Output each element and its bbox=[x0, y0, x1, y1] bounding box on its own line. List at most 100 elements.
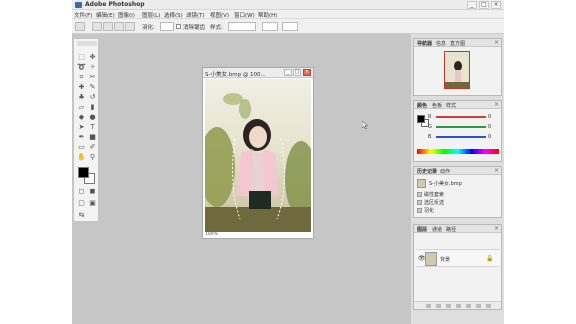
move-tool-icon[interactable]: ✥ bbox=[88, 53, 97, 61]
adjustment-layer-icon[interactable] bbox=[456, 304, 461, 308]
tab-histogram[interactable]: 直方图 bbox=[450, 40, 465, 47]
intersect-selection-icon[interactable] bbox=[125, 22, 135, 31]
blue-slider[interactable]: B 0 bbox=[428, 134, 500, 140]
notes-tool-icon[interactable]: ▭ bbox=[77, 143, 86, 151]
history-brush-tool-icon[interactable]: ↺ bbox=[88, 93, 97, 101]
history-snapshot[interactable]: S-小美女.bmp bbox=[429, 180, 504, 188]
brush-tool-icon[interactable]: ✎ bbox=[88, 83, 97, 91]
doc-close-button[interactable]: × bbox=[303, 69, 311, 76]
history-snapshot-thumbnail[interactable] bbox=[417, 179, 426, 188]
photo-image bbox=[205, 79, 311, 232]
tab-swatches[interactable]: 色板 bbox=[432, 102, 442, 109]
red-slider-value[interactable]: 0 bbox=[488, 114, 491, 120]
history-panel: 历史记录 动作 × S-小美女.bmp 磁性套索 选区反选 羽化 bbox=[413, 166, 502, 218]
width-input[interactable] bbox=[262, 22, 278, 31]
options-bar: 羽化: 消除锯齿 样式: bbox=[72, 19, 504, 34]
lasso-tool-preset-icon[interactable] bbox=[75, 22, 85, 31]
screen-mode-icon[interactable]: ▢ bbox=[77, 199, 86, 207]
eraser-tool-icon[interactable]: ▱ bbox=[77, 103, 86, 111]
eyedropper-tool-icon[interactable]: ✐ bbox=[88, 143, 97, 151]
red-slider-track[interactable] bbox=[436, 116, 486, 118]
green-slider-track[interactable] bbox=[436, 126, 486, 128]
zoom-tool-icon[interactable]: ⚲ bbox=[88, 153, 97, 161]
layer-row[interactable]: 👁 背景 🔒 bbox=[416, 249, 500, 267]
close-button[interactable]: × bbox=[491, 1, 501, 9]
history-item[interactable]: 羽化 bbox=[417, 207, 499, 215]
fullscreen-mode-icon[interactable]: ▣ bbox=[88, 199, 97, 207]
link-layers-icon[interactable] bbox=[426, 304, 431, 308]
new-layer-icon[interactable] bbox=[476, 304, 481, 308]
new-selection-icon[interactable] bbox=[92, 22, 102, 31]
tab-info[interactable]: 信息 bbox=[436, 40, 446, 47]
antialias-checkbox[interactable] bbox=[176, 24, 181, 29]
photo-canvas[interactable] bbox=[205, 79, 311, 232]
add-selection-icon[interactable] bbox=[103, 22, 113, 31]
antialias-label: 消除锯齿 bbox=[183, 25, 206, 31]
maximize-button[interactable]: □ bbox=[479, 1, 489, 9]
history-close-icon[interactable]: × bbox=[494, 167, 499, 174]
history-item[interactable]: 选区反选 bbox=[417, 199, 499, 207]
marquee-tool-icon[interactable]: ⬚ bbox=[77, 53, 86, 61]
delete-layer-icon[interactable] bbox=[486, 304, 491, 308]
gradient-tool-icon[interactable]: ▮ bbox=[88, 103, 97, 111]
tab-color[interactable]: 颜色 bbox=[417, 102, 427, 109]
blur-tool-icon[interactable]: ◆ bbox=[77, 113, 86, 121]
quick-mask-mode-icon[interactable]: ◼ bbox=[88, 187, 97, 195]
slice-tool-icon[interactable]: ✂ bbox=[88, 73, 97, 81]
menu-help[interactable]: 帮助(H) bbox=[258, 11, 277, 19]
hand-tool-icon[interactable]: ✋ bbox=[77, 153, 86, 161]
layers-close-icon[interactable]: × bbox=[494, 225, 499, 232]
color-spectrum-bar[interactable] bbox=[417, 149, 499, 154]
menu-edit[interactable]: 编辑(E) bbox=[96, 11, 115, 19]
history-item[interactable]: 磁性套索 bbox=[417, 191, 499, 199]
navigator-thumbnail[interactable] bbox=[444, 51, 470, 89]
subtract-selection-icon[interactable] bbox=[114, 22, 124, 31]
lasso-tool-icon[interactable]: ➰ bbox=[77, 63, 86, 71]
menu-file[interactable]: 文件(F) bbox=[74, 11, 92, 19]
magic-wand-tool-icon[interactable]: ✧ bbox=[88, 63, 97, 71]
green-slider-value[interactable]: 0 bbox=[488, 124, 491, 130]
blue-slider-value[interactable]: 0 bbox=[488, 134, 491, 140]
color-close-icon[interactable]: × bbox=[494, 101, 499, 108]
layers-panel: 图层 通道 路径 × 👁 背景 🔒 bbox=[413, 224, 502, 310]
red-slider[interactable]: R 0 bbox=[428, 114, 500, 120]
menu-window[interactable]: 窗口(W) bbox=[234, 11, 255, 19]
tab-styles[interactable]: 样式 bbox=[446, 102, 456, 109]
menu-view[interactable]: 视图(V) bbox=[210, 11, 229, 19]
tab-actions[interactable]: 动作 bbox=[440, 168, 450, 175]
tab-navigator[interactable]: 导航器 bbox=[417, 40, 432, 47]
layer-style-icon[interactable] bbox=[436, 304, 441, 308]
menu-filter[interactable]: 滤镜(T) bbox=[186, 11, 205, 19]
tab-layers[interactable]: 图层 bbox=[417, 226, 427, 233]
color-fg-swatch[interactable] bbox=[417, 115, 425, 123]
minimize-button[interactable]: _ bbox=[467, 1, 477, 9]
clone-stamp-tool-icon[interactable]: ♣ bbox=[77, 93, 86, 101]
window-title: Adobe Photoshop bbox=[85, 1, 145, 8]
feather-input[interactable] bbox=[160, 22, 174, 31]
height-input[interactable] bbox=[282, 22, 298, 31]
menu-image[interactable]: 图像(I) bbox=[118, 11, 135, 19]
crop-tool-icon[interactable]: ⌗ bbox=[77, 73, 86, 81]
type-tool-icon[interactable]: T bbox=[88, 123, 97, 131]
menu-select[interactable]: 选择(S) bbox=[164, 11, 183, 19]
dodge-tool-icon[interactable]: ● bbox=[88, 113, 97, 121]
green-slider[interactable]: G 0 bbox=[428, 124, 500, 130]
tab-paths[interactable]: 路径 bbox=[446, 226, 456, 233]
tab-history[interactable]: 历史记录 bbox=[417, 168, 437, 175]
navigator-close-icon[interactable]: × bbox=[494, 39, 499, 46]
new-group-icon[interactable] bbox=[466, 304, 471, 308]
foreground-color-swatch[interactable] bbox=[78, 167, 89, 178]
tab-channels[interactable]: 通道 bbox=[432, 226, 442, 233]
style-select[interactable] bbox=[228, 22, 256, 31]
layer-mask-icon[interactable] bbox=[446, 304, 451, 308]
doc-maximize-button[interactable]: □ bbox=[293, 69, 301, 76]
standard-mode-icon[interactable]: ◻ bbox=[77, 187, 86, 195]
blue-slider-track[interactable] bbox=[436, 136, 486, 138]
menu-layer[interactable]: 图层(L) bbox=[142, 11, 160, 19]
healing-brush-tool-icon[interactable]: ✚ bbox=[77, 83, 86, 91]
doc-minimize-button[interactable]: _ bbox=[284, 69, 292, 76]
shape-tool-icon[interactable]: ■ bbox=[88, 133, 97, 141]
jump-to-imageready-icon[interactable]: ⇆ bbox=[77, 211, 86, 219]
pen-tool-icon[interactable]: ✒ bbox=[77, 133, 86, 141]
path-selection-tool-icon[interactable]: ➤ bbox=[77, 123, 86, 131]
